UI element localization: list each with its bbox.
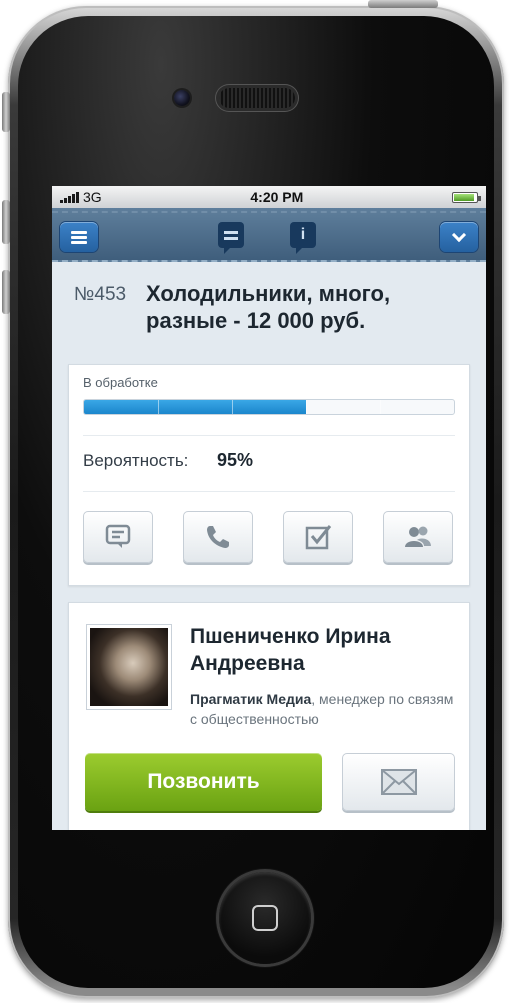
mail-button[interactable]	[342, 753, 455, 811]
earpiece-speaker	[219, 88, 295, 108]
carrier-label: 3G	[83, 189, 102, 205]
phone-icon	[207, 526, 229, 548]
deal-number: №453	[74, 284, 127, 305]
volume-down-button	[2, 270, 10, 314]
probability-value: 95%	[217, 450, 254, 470]
contact-card: Пшениченко Ирина Андреевна Прагматик Мед…	[68, 602, 470, 830]
power-button	[368, 0, 438, 8]
volume-up-button	[2, 200, 10, 244]
nav-bar: i	[52, 208, 486, 262]
contact-company-line: Прагматик Медиа, менеджер по связям с об…	[190, 689, 460, 729]
contacts-button[interactable]	[383, 511, 453, 563]
menu-button[interactable]	[60, 222, 98, 252]
note-icon[interactable]	[218, 222, 244, 254]
deal-status-card: В обработке Вероятность: 95%	[68, 364, 470, 586]
comment-button[interactable]	[83, 511, 153, 563]
contact-avatar[interactable]	[87, 625, 171, 709]
app-screen: 3G 4:20 PM i №453 Холодильники, много, р…	[52, 186, 486, 830]
signal-area: 3G	[60, 189, 102, 205]
mute-switch	[2, 92, 10, 132]
contact-name[interactable]: Пшениченко Ирина Андреевна	[190, 623, 460, 677]
signal-icon	[60, 191, 79, 203]
menu-icon	[71, 229, 87, 246]
company-name[interactable]: Прагматик Медиа	[190, 691, 311, 707]
deal-header: №453 Холодильники, много, разные - 12 00…	[52, 262, 486, 350]
stage-label: В обработке	[83, 375, 158, 390]
info-icon[interactable]: i	[290, 222, 316, 254]
divider	[83, 435, 455, 436]
front-camera	[174, 90, 190, 106]
info-glyph: i	[300, 226, 306, 243]
phone-button[interactable]	[183, 511, 253, 563]
deal-title: Холодильники, много, разные - 12 000 руб…	[146, 281, 391, 333]
chevron-down-icon	[451, 227, 467, 242]
clock: 4:20 PM	[250, 189, 304, 205]
task-button[interactable]	[283, 511, 353, 563]
home-square-icon	[252, 905, 278, 931]
home-button[interactable]	[219, 872, 311, 964]
dropdown-button[interactable]	[440, 222, 478, 252]
progress-fill	[84, 400, 306, 414]
divider	[83, 491, 455, 492]
status-bar: 3G 4:20 PM	[52, 186, 486, 208]
contacts-icon	[405, 526, 431, 547]
call-button[interactable]: Позвонить	[85, 753, 322, 811]
comment-icon	[105, 524, 131, 548]
stage-progress-bar	[83, 399, 455, 415]
battery-icon	[451, 191, 481, 203]
probability-label: Вероятность:	[83, 451, 189, 470]
mail-icon	[380, 769, 417, 795]
task-check-icon	[305, 525, 332, 550]
